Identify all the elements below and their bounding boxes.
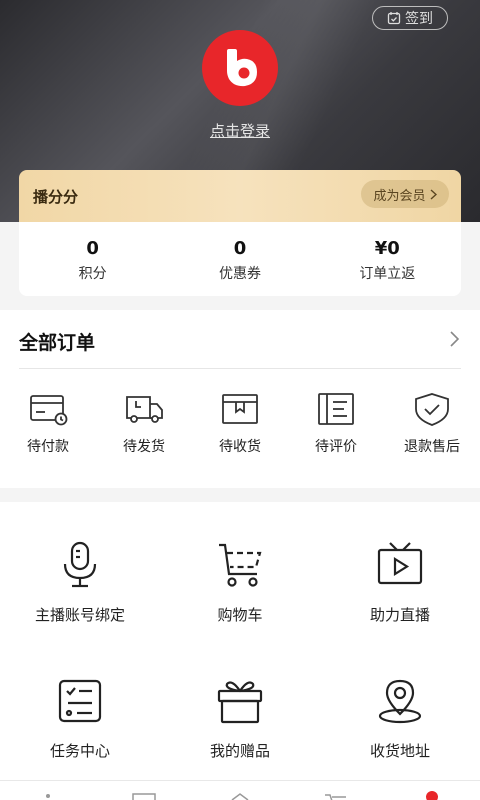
chevron-right-icon [450,331,460,347]
stat-label: 订单立返 [359,266,416,282]
service-label: 任务中心 [49,742,110,760]
box-icon [222,394,258,424]
order-label: 待付款 [27,439,69,455]
chevron-right-icon [430,188,437,200]
services-section: 主播账号绑定 购物车 助力直播 任务中心 我的赠品 收货地址 [0,502,480,780]
stat-value: ¥0 [374,238,400,259]
stat-points[interactable]: 0 积分 [19,222,166,296]
order-label: 待发货 [123,439,165,455]
service-label: 购物车 [217,606,263,624]
tab-home[interactable] [0,781,96,800]
service-live-support[interactable]: 助力直播 [320,540,480,676]
stat-cashback[interactable]: ¥0 订单立返 [314,222,461,296]
cart-icon [325,794,346,800]
service-anchor-binding[interactable]: 主播账号绑定 [0,540,160,676]
stat-label: 优惠券 [218,266,261,282]
orders-title: 全部订单 [19,332,96,354]
review-icon [318,393,354,425]
service-label: 助力直播 [369,606,430,624]
order-label: 待评价 [315,439,357,455]
stat-value: 0 [233,238,247,259]
shop-icon [231,793,249,800]
member-title: 播分分 [33,188,79,206]
tab-mine[interactable] [384,781,480,800]
home-icon [46,794,50,798]
live-icon [132,793,156,800]
stats-panel: 0 积分 0 优惠券 ¥0 订单立返 [19,222,461,296]
service-label: 收货地址 [369,742,430,760]
login-link[interactable]: 点击登录 [0,120,480,141]
microphone-icon [63,541,97,588]
bottom-tab-bar [0,780,480,800]
tab-live[interactable] [96,781,192,800]
tab-cart[interactable] [288,781,384,800]
order-label: 退款售后 [404,439,460,455]
become-member-button[interactable]: 成为会员 [361,180,449,208]
order-pending-receipt[interactable]: 待收货 [192,390,288,456]
order-pending-shipment[interactable]: 待发货 [96,390,192,456]
service-label: 我的赠品 [209,742,270,760]
checkin-button[interactable]: 签到 [372,6,448,30]
calendar-icon [387,12,401,25]
order-refund[interactable]: 退款售后 [384,390,480,456]
location-icon [378,679,422,724]
order-pending-payment[interactable]: 待付款 [0,390,96,456]
order-label: 待收货 [219,439,261,455]
truck-icon [126,396,163,423]
service-cart[interactable]: 购物车 [160,540,320,676]
tab-shop[interactable] [192,781,288,800]
all-orders-row[interactable]: 全部订单 [19,310,461,369]
tv-icon [377,542,423,585]
task-icon [58,679,102,723]
checkin-label: 签到 [405,11,433,27]
become-member-label: 成为会员 [373,188,426,204]
card-icon [30,395,68,426]
gift-icon [217,681,263,724]
stat-label: 积分 [78,266,107,282]
order-pending-review[interactable]: 待评价 [288,390,384,456]
cart-icon [219,543,262,587]
profile-icon [426,791,438,800]
stat-coupons[interactable]: 0 优惠券 [166,222,313,296]
member-card: 播分分 成为会员 [19,170,461,222]
shield-icon [415,393,449,426]
brand-logo-icon [227,49,257,87]
stat-value: 0 [86,238,99,259]
avatar[interactable] [202,30,278,106]
orders-section: 全部订单 待付款 待发货 待收货 待评价 退款售后 [0,310,480,488]
service-label: 主播账号绑定 [34,606,125,624]
